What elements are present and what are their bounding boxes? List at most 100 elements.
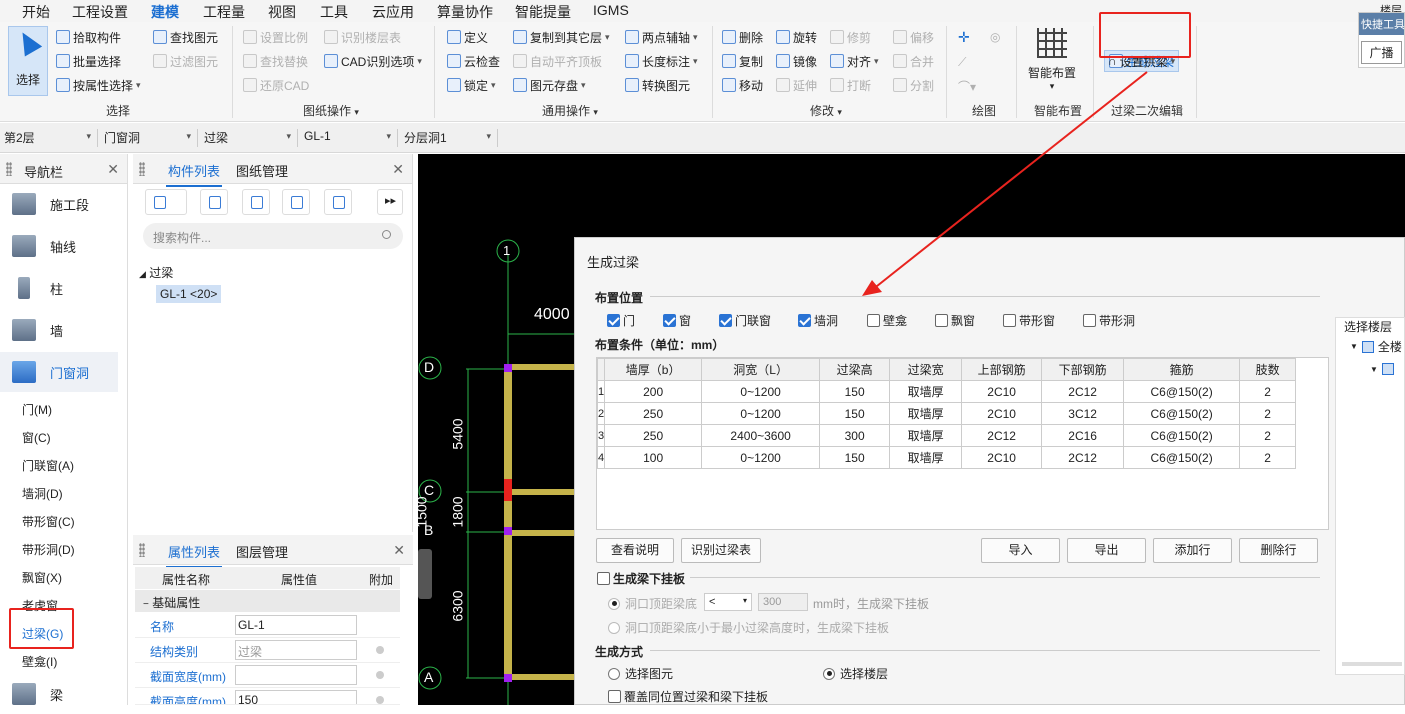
cell[interactable]: 250 [604, 402, 703, 425]
checkbox-niche[interactable]: 壁龛 [867, 312, 907, 329]
type-select[interactable]: 过梁 ▾ [200, 129, 298, 147]
prop-value-input[interactable]: 150 [235, 690, 357, 704]
delete-button[interactable]: 删除 [722, 27, 763, 47]
draw-line-button[interactable]: ⟋ [958, 52, 966, 72]
find-element-button[interactable]: 查找图元 [153, 27, 218, 47]
rotate-button[interactable]: 旋转 [776, 27, 817, 47]
smart-layout-button[interactable]: 智能布置 ▾ [1024, 24, 1080, 96]
menu-quantity[interactable]: 工程量 [203, 2, 245, 22]
cell[interactable]: 2400~3600 [701, 424, 821, 447]
split-button[interactable]: 分割 [893, 75, 934, 95]
nav-item-column[interactable]: 柱 [0, 268, 118, 308]
menu-igms[interactable]: IGMS [593, 2, 629, 18]
nav-item-wall[interactable]: 墙 [0, 310, 118, 350]
chevron-down-icon[interactable]: ▾ [837, 107, 842, 117]
floor-tree-all[interactable]: ▼ 全楼 [1350, 338, 1402, 355]
chevron-down-icon[interactable]: ▾ [593, 107, 598, 117]
delete-row-button[interactable]: 删除行 [1239, 538, 1318, 563]
nav-item-segment[interactable]: 施工段 [0, 184, 118, 224]
cell[interactable]: C6@150(2) [1123, 402, 1241, 425]
table-row[interactable]: 1 200 0~1200 150 取墙厚 2C10 2C12 C6@150(2) 2 [596, 380, 1297, 403]
new-component-button[interactable] [145, 189, 187, 215]
broadcast-button[interactable]: 广播 [1361, 41, 1402, 64]
cell[interactable]: 2C10 [961, 446, 1043, 469]
menu-smart-qty[interactable]: 智能提量 [515, 2, 571, 22]
cell[interactable]: 150 [819, 380, 891, 403]
close-icon[interactable]: ✕ [393, 542, 405, 559]
nav-sub-niche[interactable]: 壁龛(I) [22, 653, 57, 670]
menu-tools[interactable]: 工具 [320, 2, 348, 22]
nav-sub-strip-window[interactable]: 带形窗(C) [22, 513, 75, 530]
restore-cad-button[interactable]: 还原CAD [243, 75, 309, 95]
radio-select-floor[interactable]: 选择楼层 [823, 665, 888, 682]
cell[interactable]: 250 [604, 424, 703, 447]
tree-root[interactable]: ◢ 过梁 [139, 264, 173, 281]
category-select[interactable]: 门窗洞 ▾ [100, 129, 198, 147]
horizontal-scrollbar[interactable] [1342, 662, 1402, 666]
draw-circle-button[interactable]: ◎ [990, 27, 1000, 47]
two-point-axis-button[interactable]: 两点辅轴 ▾ [625, 27, 698, 47]
nav-sub-door-window[interactable]: 门联窗(A) [22, 457, 74, 474]
define-button[interactable]: 定义 [447, 27, 488, 47]
move-button[interactable]: 移动 [722, 75, 763, 95]
cell[interactable]: 取墙厚 [889, 402, 963, 425]
close-icon[interactable]: ✕ [107, 161, 119, 178]
operator-select[interactable]: < ▾ [704, 593, 752, 611]
cad-options-button[interactable]: CAD识别选项 ▾ [324, 51, 422, 71]
cell[interactable]: 200 [604, 380, 703, 403]
search-input[interactable]: 搜索构件... [143, 223, 403, 249]
tab-component-list[interactable]: 构件列表 [165, 161, 223, 187]
cell[interactable]: 2 [1239, 380, 1297, 403]
nav-item-beam[interactable]: 梁 [0, 674, 118, 714]
trim-button[interactable]: 修剪 [830, 27, 871, 47]
checkbox-window[interactable]: 窗 [663, 312, 691, 329]
prop-value-input[interactable]: GL-1 [235, 615, 357, 635]
set-scale-button[interactable]: 设置比例 [243, 27, 308, 47]
cell[interactable]: 0~1200 [701, 402, 821, 425]
cell[interactable]: 100 [604, 446, 703, 469]
cell[interactable]: 取墙厚 [889, 446, 963, 469]
menu-collab[interactable]: 算量协作 [437, 2, 493, 22]
cell[interactable]: 2 [1239, 424, 1297, 447]
tab-layer-management[interactable]: 图层管理 [236, 542, 288, 561]
more-button[interactable]: ▸▸ [377, 189, 403, 215]
cell[interactable]: C6@150(2) [1123, 446, 1241, 469]
nav-sub-strip-opening[interactable]: 带形洞(D) [22, 541, 75, 558]
draw-point-button[interactable]: ✛ [958, 27, 970, 47]
cell[interactable]: 2C16 [1041, 424, 1125, 447]
filter-element-button[interactable]: 过滤图元 [153, 51, 218, 71]
select-button[interactable]: 选择 [8, 26, 48, 96]
cell[interactable]: 3C12 [1041, 402, 1125, 425]
extend-button[interactable]: 延伸 [776, 75, 817, 95]
identify-floor-table-button[interactable]: 识别楼层表 [324, 27, 401, 47]
menu-view[interactable]: 视图 [268, 2, 296, 22]
pick-component-button[interactable]: 拾取构件 [56, 27, 121, 47]
tab-property-list[interactable]: 属性列表 [165, 542, 223, 568]
drag-handle-icon[interactable] [6, 162, 12, 176]
nav-item-axis[interactable]: 轴线 [0, 226, 118, 266]
merge-button[interactable]: 合并 [893, 51, 934, 71]
checkbox-gen-hang-plate[interactable]: 生成梁下挂板 [597, 570, 685, 587]
select-by-attr-button[interactable]: 按属性选择 ▾ [56, 75, 141, 95]
layer-select[interactable]: 分层洞1 ▾ [400, 129, 498, 147]
nav-item-openings[interactable]: 门窗洞 [0, 352, 118, 392]
cell[interactable]: 2 [1239, 446, 1297, 469]
nav-sub-window[interactable]: 窗(C) [22, 429, 51, 446]
drag-handle-icon[interactable] [139, 543, 145, 557]
layer-copy-button[interactable] [282, 189, 310, 215]
cell[interactable]: 0~1200 [701, 446, 821, 469]
cell[interactable]: 2C12 [961, 424, 1043, 447]
prop-value-input[interactable]: 过梁 [235, 640, 357, 660]
radio-hang-min-height[interactable]: 洞口顶距梁底小于最小过梁高度时，生成梁下挂板 [608, 619, 889, 636]
filter-component-button[interactable] [324, 189, 352, 215]
cell[interactable]: 2 [1239, 402, 1297, 425]
threshold-input[interactable]: 300 [758, 593, 808, 611]
cell[interactable]: 2C10 [961, 380, 1043, 403]
cell[interactable]: 2C12 [1041, 380, 1125, 403]
lock-button[interactable]: 锁定 ▾ [447, 75, 496, 95]
mirror-button[interactable]: 镜像 [776, 51, 817, 71]
cell[interactable]: 300 [819, 424, 891, 447]
delete-component-button[interactable] [242, 189, 270, 215]
identify-lintel-table-button[interactable]: 识别过梁表 [681, 538, 761, 563]
table-row[interactable]: 4 100 0~1200 150 取墙厚 2C10 2C12 C6@150(2) 2 [596, 446, 1297, 469]
